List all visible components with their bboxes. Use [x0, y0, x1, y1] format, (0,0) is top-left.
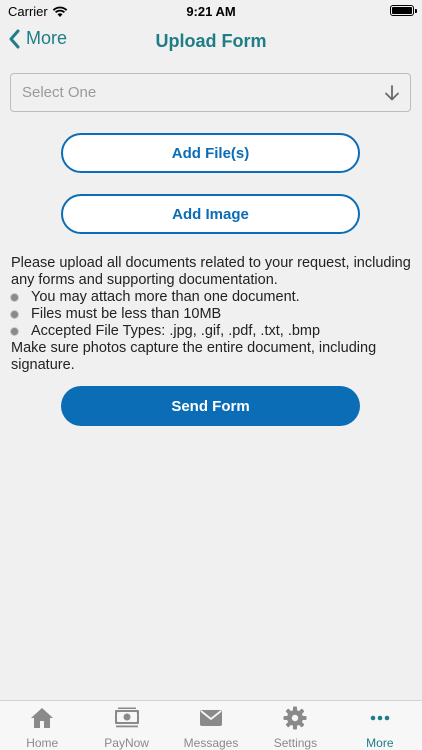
instruction-bullet: Files must be less than 10MB — [11, 306, 413, 323]
tab-label: More — [366, 736, 394, 750]
tab-label: Messages — [183, 736, 239, 750]
bullet-icon — [11, 311, 18, 318]
tab-paynow[interactable]: PayNow — [84, 701, 168, 750]
tab-settings[interactable]: Settings — [253, 701, 337, 750]
instruction-bullet: Accepted File Types: .jpg, .gif, .pdf, .… — [11, 323, 413, 340]
instructions-intro: Please upload all documents related to y… — [11, 255, 411, 288]
status-bar: Carrier 9:21 AM — [0, 0, 422, 22]
mail-icon — [200, 710, 223, 726]
instruction-bullet: You may attach more than one document. — [11, 289, 413, 306]
bullet-text: You may attach more than one document. — [31, 289, 300, 305]
form-type-select[interactable]: Select One — [10, 73, 411, 112]
arrow-down-icon — [385, 85, 399, 101]
tab-label: Home — [26, 736, 59, 750]
battery-icon — [390, 5, 417, 16]
add-image-button[interactable]: Add Image — [61, 194, 360, 234]
bullet-icon — [11, 294, 18, 301]
add-files-button[interactable]: Add File(s) — [61, 133, 360, 173]
send-form-button[interactable]: Send Form — [61, 386, 360, 426]
select-placeholder: Select One — [22, 84, 97, 101]
upload-instructions: Please upload all documents related to y… — [11, 255, 413, 374]
tab-bar: Home PayNow Messages Settings More — [0, 700, 422, 750]
navigation-bar: More Upload Form — [0, 22, 422, 62]
instructions-outro: Make sure photos capture the entire docu… — [11, 340, 377, 373]
bullet-icon — [11, 328, 18, 335]
tab-label: PayNow — [104, 736, 149, 750]
more-icon — [370, 715, 390, 721]
home-icon — [31, 708, 54, 728]
tab-more[interactable]: More — [338, 701, 422, 750]
bullet-text: Files must be less than 10MB — [31, 306, 222, 322]
page-title: Upload Form — [155, 31, 267, 51]
tab-home[interactable]: Home — [0, 701, 84, 750]
cash-icon — [114, 707, 139, 728]
status-time: 9:21 AM — [186, 4, 236, 19]
bullet-text: Accepted File Types: .jpg, .gif, .pdf, .… — [31, 323, 321, 339]
tab-label: Settings — [273, 736, 318, 750]
gear-icon — [283, 706, 307, 730]
tab-messages[interactable]: Messages — [169, 701, 253, 750]
